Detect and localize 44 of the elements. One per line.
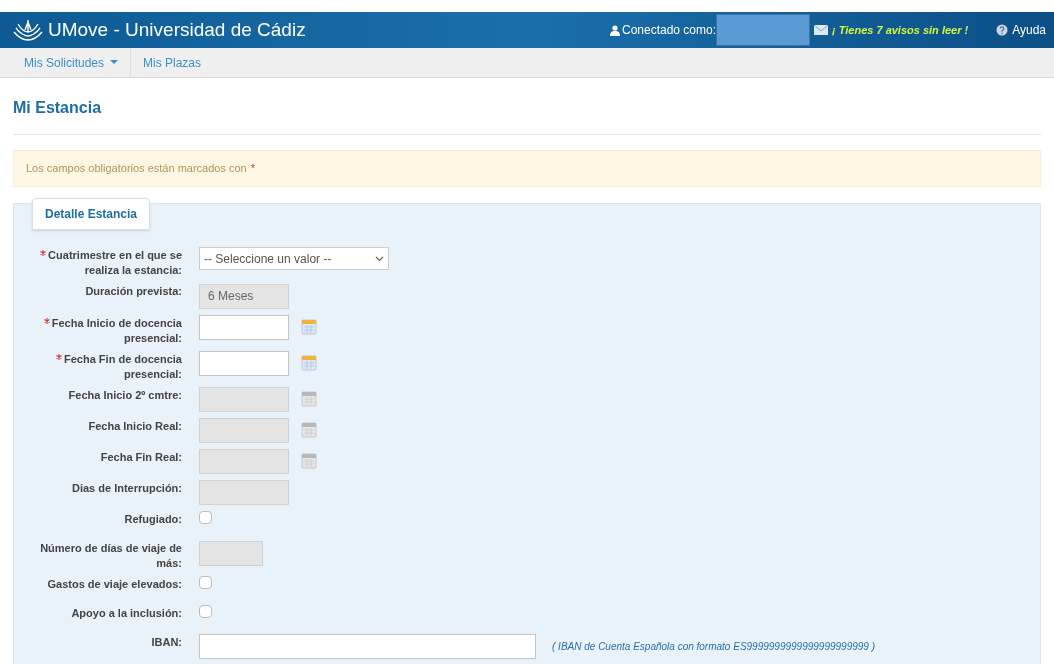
- date-field[interactable]: [199, 314, 289, 340]
- select-field[interactable]: -- Seleccione un valor --: [199, 247, 389, 270]
- nav-link[interactable]: Mis Solicitudes: [12, 48, 132, 77]
- field-label: Apoyo a la inclusión:: [70, 606, 182, 621]
- format-hint: ( IBAN de Cuenta Española con formato ES9999999999999999999999 ): [552, 640, 875, 654]
- field-label: Número de días de viaje de más:: [39, 541, 182, 571]
- alert-text: Los campos obligatorios están marcados con: [26, 161, 247, 177]
- checkbox[interactable]: [199, 605, 212, 618]
- required-asterisk-icon: [40, 250, 47, 256]
- caret-icon: [110, 60, 119, 65]
- chevron-down-icon: [375, 255, 384, 262]
- field-label: Cuatrimestre en el que se realiza la estancia:: [36, 248, 182, 278]
- required-asterisk-icon: [43, 317, 50, 324]
- calendar-icon[interactable]: [301, 319, 317, 335]
- field-label: Fecha Fin de docencia presencial:: [36, 351, 182, 382]
- field-label: Fecha Inicio de docencia presencial:: [36, 315, 182, 346]
- user-icon: [609, 24, 620, 36]
- envelope-icon[interactable]: [814, 25, 829, 35]
- field-label: Dias de Interrupción:: [70, 480, 182, 496]
- page-title: Mi Estancia: [13, 96, 1041, 135]
- checkbox[interactable]: [199, 576, 212, 589]
- field-label: Fecha Fin Real:: [99, 449, 182, 465]
- field-label: Fecha Inicio 2º cmtre:: [67, 387, 182, 403]
- field-label: Refugiado:: [123, 512, 182, 527]
- help-link[interactable]: Ayuda: [1012, 21, 1046, 39]
- checkbox[interactable]: [199, 511, 212, 524]
- field-label: Fecha Inicio Real:: [87, 418, 182, 434]
- help-icon[interactable]: [996, 24, 1009, 36]
- required-asterisk-icon: [56, 353, 62, 360]
- calendar-icon[interactable]: [301, 422, 317, 438]
- field-label: IBAN:: [150, 635, 182, 650]
- calendar-icon[interactable]: [301, 355, 317, 371]
- connected-label: Conectado como:: [621, 22, 717, 39]
- notices-link[interactable]: ¡ Tienes 7 avisos sin leer !: [832, 21, 969, 39]
- iban-field[interactable]: [199, 634, 536, 659]
- nav-link[interactable]: Mis Plazas: [131, 48, 214, 77]
- calendar-icon[interactable]: [301, 391, 317, 407]
- calendar-icon[interactable]: [301, 453, 317, 469]
- app-title: UMove - Universidad de Cádiz: [48, 17, 306, 42]
- field-label: Gastos de viaje elevados:: [46, 577, 182, 592]
- university-logo: [12, 18, 44, 42]
- date-field[interactable]: [199, 350, 289, 376]
- required-asterisk: *: [250, 161, 255, 177]
- field-label: Duración prevista:: [84, 284, 182, 299]
